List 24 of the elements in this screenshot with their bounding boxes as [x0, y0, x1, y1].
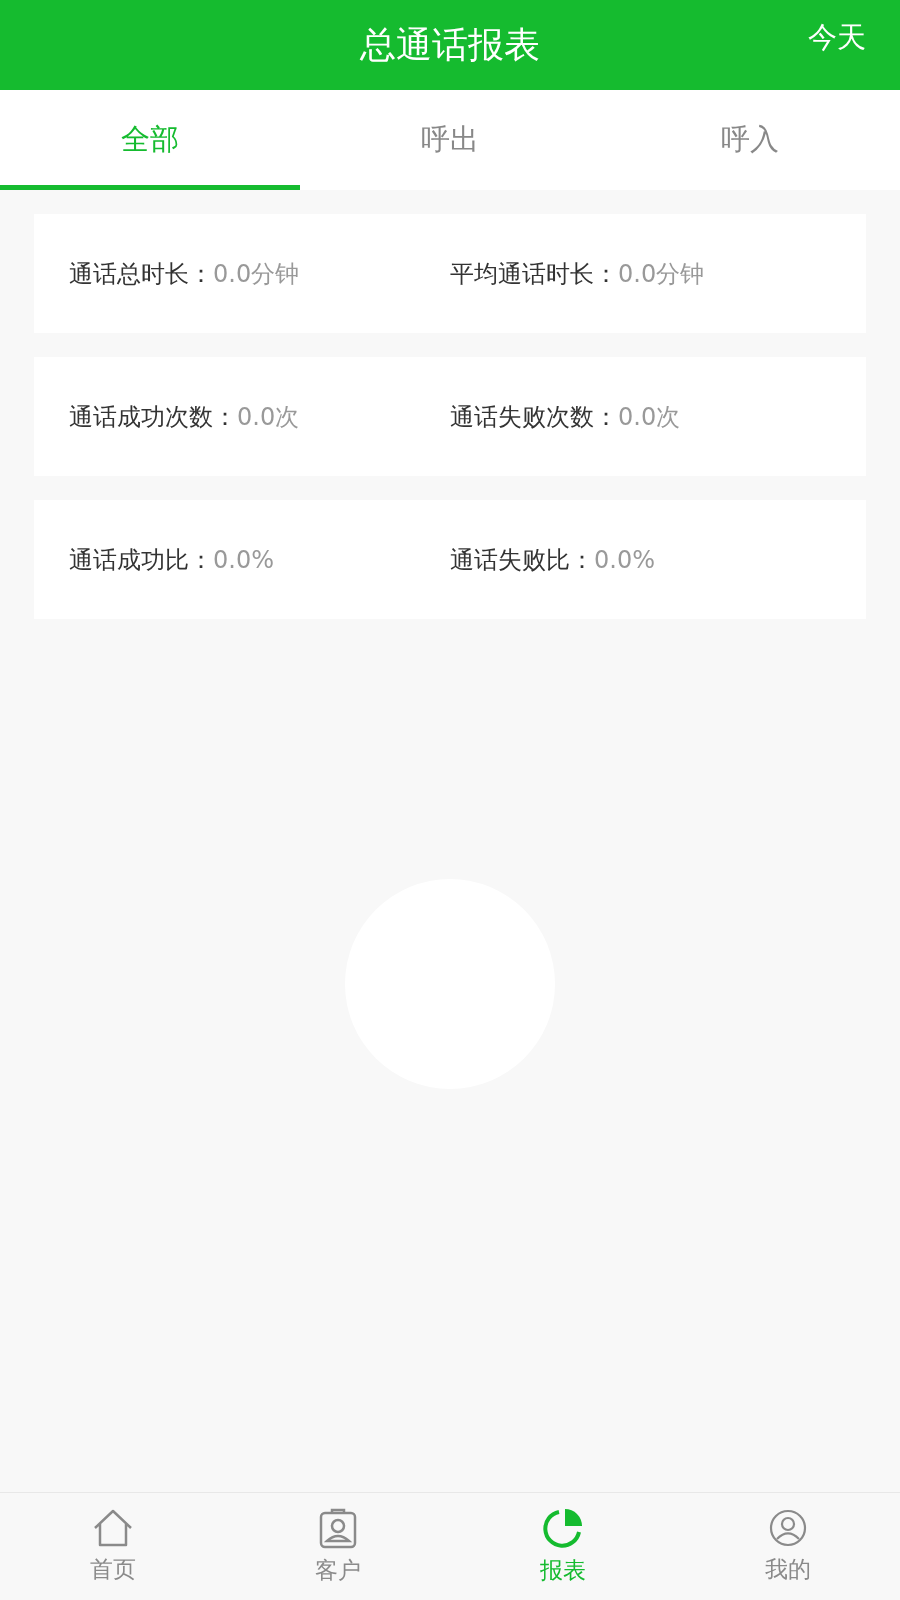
tab[interactable]: 全部 [0, 90, 300, 190]
user-icon [767, 1508, 808, 1548]
tab[interactable]: 呼入 [600, 90, 900, 190]
stat-label: 通话失败比： [450, 545, 594, 574]
page-title: 总通话报表 [360, 22, 540, 67]
nav-item[interactable]: 首页 [0, 1493, 225, 1600]
date-filter-button[interactable]: 今天 [808, 18, 866, 58]
contact-card-icon [317, 1507, 358, 1549]
stat-value: 0.0分钟 [213, 259, 300, 288]
stat-label: 通话成功比： [69, 545, 213, 574]
stat-value: 0.0次 [618, 402, 681, 431]
stat-value: 0.0% [213, 545, 274, 574]
stat-value: 0.0% [594, 545, 655, 574]
nav-item[interactable]: 我的 [675, 1493, 900, 1600]
nav-item[interactable]: 客户 [225, 1493, 450, 1600]
stat-label: 平均通话时长： [450, 259, 618, 288]
nav-item[interactable]: 报表 [450, 1493, 675, 1600]
stat-label: 通话总时长： [69, 259, 213, 288]
tab[interactable]: 呼出 [300, 90, 600, 190]
stat-label: 通话成功次数： [69, 402, 237, 431]
pie-chart-icon [541, 1507, 584, 1549]
stat-label: 通话失败次数： [450, 402, 618, 431]
stat-value: 0.0次 [237, 402, 300, 431]
stat-value: 0.0分钟 [618, 259, 705, 288]
